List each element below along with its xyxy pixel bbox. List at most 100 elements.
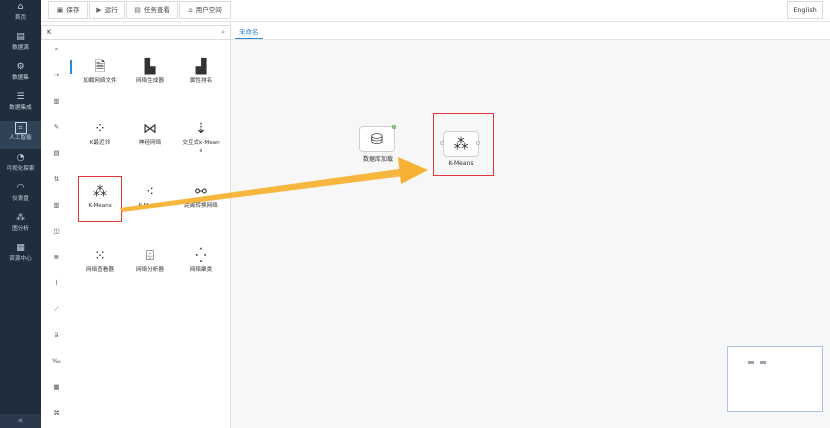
load-network-file-icon: 🗎 xyxy=(94,59,106,75)
nav-label: 仪表盘 xyxy=(12,196,29,202)
user-space-button[interactable]: ⌂ 用户空间 xyxy=(179,1,231,19)
network-cluster-icon: ⁛ xyxy=(195,248,207,264)
component-name: 网络生成器 xyxy=(136,78,164,84)
nav-item-datasource[interactable]: ▤ 数据源 xyxy=(0,32,41,58)
component-network-analyzer[interactable]: ⌹ 网络分析器 xyxy=(130,245,170,275)
ai-icon: ⌗ xyxy=(14,122,27,134)
component-kmodes[interactable]: ⁖ K-Modes xyxy=(130,181,170,211)
node-status-dot xyxy=(392,125,396,129)
data-integration-icon: ☰ xyxy=(16,92,25,102)
component-neural-network[interactable]: ⋈ 神经网络 xyxy=(130,118,170,148)
kmeans-node-highlight-box xyxy=(433,113,494,176)
left-nav: ⌂ 首页 ▤ 数据源 ⚙ 数据集 ☰ 数据集成 ⌗ 人工智能 ◔ 可视化探索 ◠… xyxy=(0,0,41,428)
component-k-nearest[interactable]: ⁘ K最近邻 xyxy=(80,118,120,148)
component-name: 距离转换网络 xyxy=(184,203,218,209)
search-icon[interactable]: ⌕ xyxy=(221,26,225,39)
component-attribute-sort[interactable]: ▟ 属性排名 xyxy=(181,56,221,86)
nav-item-dashboard[interactable]: ◠ 仪表盘 xyxy=(0,183,41,209)
neural-network-icon: ⋈ xyxy=(143,121,157,137)
category-text-icon[interactable]: ä xyxy=(41,329,72,341)
category-command-icon[interactable]: ⌘ xyxy=(41,407,72,419)
component-network-generator[interactable]: ▙ 网络生成器 xyxy=(130,56,170,86)
category-wave-icon[interactable]: ⌇ xyxy=(41,277,72,289)
tab-untitled[interactable]: 未命名 xyxy=(235,25,263,39)
collapse-nav-button[interactable]: « xyxy=(0,414,41,428)
kmeans-highlight-box xyxy=(78,176,122,222)
nav-item-graph-analysis[interactable]: ⁂ 图分析 xyxy=(0,213,41,239)
kmodes-icon: ⁖ xyxy=(145,184,155,200)
task-view-label: 任务查看 xyxy=(143,6,170,14)
visual-explore-icon: ◔ xyxy=(16,153,25,163)
component-name: 网络查看器 xyxy=(86,267,114,273)
minimap-node xyxy=(748,361,754,364)
component-name: K最近邻 xyxy=(89,140,111,146)
category-table-icon[interactable]: ▥ xyxy=(41,95,72,107)
nav-label: 资源中心 xyxy=(9,256,32,262)
category-stack-icon[interactable]: ≣ xyxy=(41,251,72,263)
category-input-icon[interactable]: ⇢ xyxy=(41,69,72,81)
run-icon: ▶ xyxy=(96,6,102,14)
category-search-icon[interactable]: ⌕ xyxy=(41,43,72,55)
component-name: 加载网络文件 xyxy=(83,78,117,84)
user-space-label: 用户空间 xyxy=(195,6,222,14)
nav-item-dataset[interactable]: ⚙ 数据集 xyxy=(0,62,41,88)
component-name: 交互式k-Means xyxy=(182,140,220,154)
nav-label: 数据集 xyxy=(12,75,29,81)
distance-to-network-icon: ⚯ xyxy=(195,184,207,200)
component-search-input[interactable]: K ⌕ xyxy=(41,25,231,40)
network-analyzer-icon: ⌹ xyxy=(145,248,155,264)
category-bar-chart-icon[interactable]: ▥ xyxy=(41,199,72,211)
component-interactive-kmeans[interactable]: ⇣ 交互式k-Means xyxy=(181,118,221,155)
dataset-icon: ⚙ xyxy=(16,62,25,72)
save-icon: ▣ xyxy=(56,6,64,14)
component-network-explorer[interactable]: ⁙ 网络查看器 xyxy=(80,245,120,275)
interactive-kmeans-icon: ⇣ xyxy=(195,121,207,137)
nav-label: 数据源 xyxy=(12,45,29,51)
component-load-network-file[interactable]: 🗎 加载网络文件 xyxy=(80,56,120,86)
category-line-chart-icon[interactable]: ⟋ xyxy=(41,303,72,315)
dashboard-icon: ◠ xyxy=(16,183,25,193)
component-name: 网络聚类 xyxy=(189,267,213,273)
home-icon: ⌂ xyxy=(188,6,193,14)
run-label: 运行 xyxy=(104,6,118,14)
toolbar: ▣ 保存 ▶ 运行 ▤ 任务查看 ⌂ 用户空间 English xyxy=(41,0,830,22)
save-label: 保存 xyxy=(66,6,80,14)
nav-item-ai[interactable]: ⌗ 人工智能 xyxy=(0,121,41,149)
component-network-cluster[interactable]: ⁛ 网络聚类 xyxy=(181,245,221,275)
save-button[interactable]: ▣ 保存 xyxy=(48,1,88,19)
category-sort-icon[interactable]: ⇅ xyxy=(41,173,72,185)
nav-item-home[interactable]: ⌂ 首页 xyxy=(0,2,41,28)
category-column: ⌕ ⇢ ▥ ✎ ▤ ⇅ ▥ ◫ ≣ ⌇ ⟋ ä ‰ ▦ ⌘ xyxy=(41,40,72,428)
component-name: K-Modes xyxy=(138,203,162,209)
database-icon: ⛁ xyxy=(370,130,384,148)
nav-item-data-integration[interactable]: ☰ 数据集成 xyxy=(0,92,41,118)
nav-item-resource-center[interactable]: ▦ 资源中心 xyxy=(0,243,41,269)
nav-label: 可视化探索 xyxy=(6,166,35,172)
component-palette: K ⌕ ⌕ ⇢ ▥ ✎ ▤ ⇅ ▥ ◫ ≣ ⌇ ⟋ ä ‰ ▦ ⌘ 🗎 加载网络… xyxy=(41,22,231,428)
category-percent-icon[interactable]: ‰ xyxy=(41,355,72,367)
home-icon: ⌂ xyxy=(17,2,24,12)
category-matrix-icon[interactable]: ▦ xyxy=(41,381,72,393)
node-label: 数据库加载 xyxy=(362,156,393,163)
category-edit-icon[interactable]: ✎ xyxy=(41,121,72,133)
component-name: 属性排名 xyxy=(189,78,213,84)
nav-label: 首页 xyxy=(14,15,27,21)
network-explorer-icon: ⁙ xyxy=(94,248,106,264)
component-name: 神经网络 xyxy=(138,140,162,146)
component-distance-to-network[interactable]: ⚯ 距离转换网络 xyxy=(181,181,221,211)
canvas-minimap[interactable] xyxy=(727,346,823,412)
graph-analysis-icon: ⁂ xyxy=(16,213,25,223)
component-name: 网络分析器 xyxy=(136,267,164,273)
run-button[interactable]: ▶ 运行 xyxy=(89,1,125,19)
task-list-icon: ▤ xyxy=(134,6,141,14)
nav-item-visual-explore[interactable]: ◔ 可视化探索 xyxy=(0,153,41,179)
task-view-button[interactable]: ▤ 任务查看 xyxy=(126,1,178,19)
node-database-load[interactable]: ⛁ xyxy=(359,126,395,152)
workflow-canvas[interactable]: 未命名 ⛁ 数据库加载 ⁂ K-Means xyxy=(231,22,830,428)
nav-label: 人工智能 xyxy=(9,135,32,141)
language-switch-button[interactable]: English xyxy=(787,1,823,19)
nav-label: 数据集成 xyxy=(9,105,32,111)
category-grid-icon[interactable]: ▤ xyxy=(41,147,72,159)
resource-center-icon: ▦ xyxy=(16,243,25,253)
category-panel-icon[interactable]: ◫ xyxy=(41,225,72,237)
